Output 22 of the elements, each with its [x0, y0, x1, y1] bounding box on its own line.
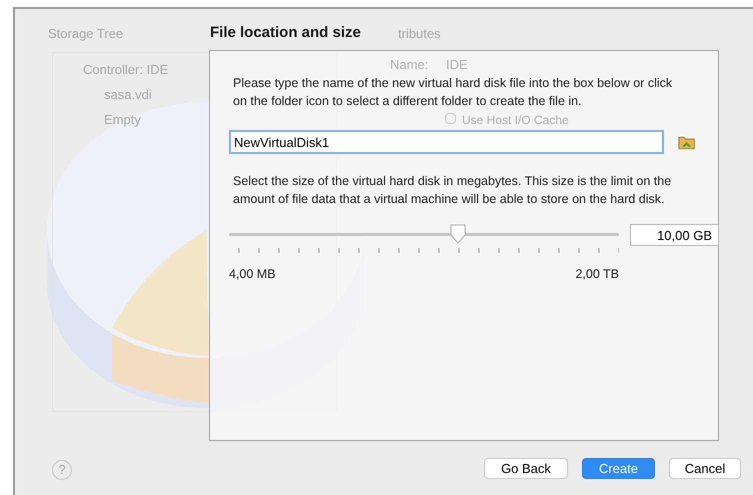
tree-item[interactable]: Controller: IDE	[83, 60, 168, 80]
min-size-label: 4,00 MB	[229, 266, 276, 283]
slider-thumb[interactable]	[448, 224, 467, 244]
checkbox-label: Use Host I/O Cache	[462, 112, 569, 129]
max-size-label: 2,00 TB	[575, 266, 619, 283]
section-title: Storage Tree	[48, 25, 124, 43]
dialog-button[interactable]: Go Back	[484, 458, 568, 479]
size-field[interactable]: 10,00 GB	[630, 224, 719, 246]
dialog-button[interactable]: Create	[582, 458, 655, 479]
file-name-field[interactable]: NewVirtualDisk1	[229, 130, 664, 154]
tree-item[interactable]: Empty	[104, 110, 141, 130]
instruction-text: Select the size of the virtual hard disk in megabytes. This size is the limit on the amount of file data that a virtual machine will be able to store on the hard disk.	[233, 173, 672, 208]
tree-item[interactable]: sasa.vdi	[104, 85, 152, 104]
instruction-text: Please type the name of the new virtual hard disk file into the box below or click on the folder icon to select a different folder to create the file in.	[233, 75, 674, 110]
folder-icon[interactable]	[678, 134, 695, 150]
dialog-title: File location and size	[210, 23, 361, 43]
section-title: tributes	[398, 25, 441, 43]
slider-track[interactable]	[229, 224, 619, 246]
dialog-button[interactable]: Cancel	[669, 458, 741, 479]
field-label: Name:	[390, 56, 428, 74]
field-value: IDE	[446, 56, 468, 74]
help-button[interactable]: ?	[52, 460, 72, 480]
